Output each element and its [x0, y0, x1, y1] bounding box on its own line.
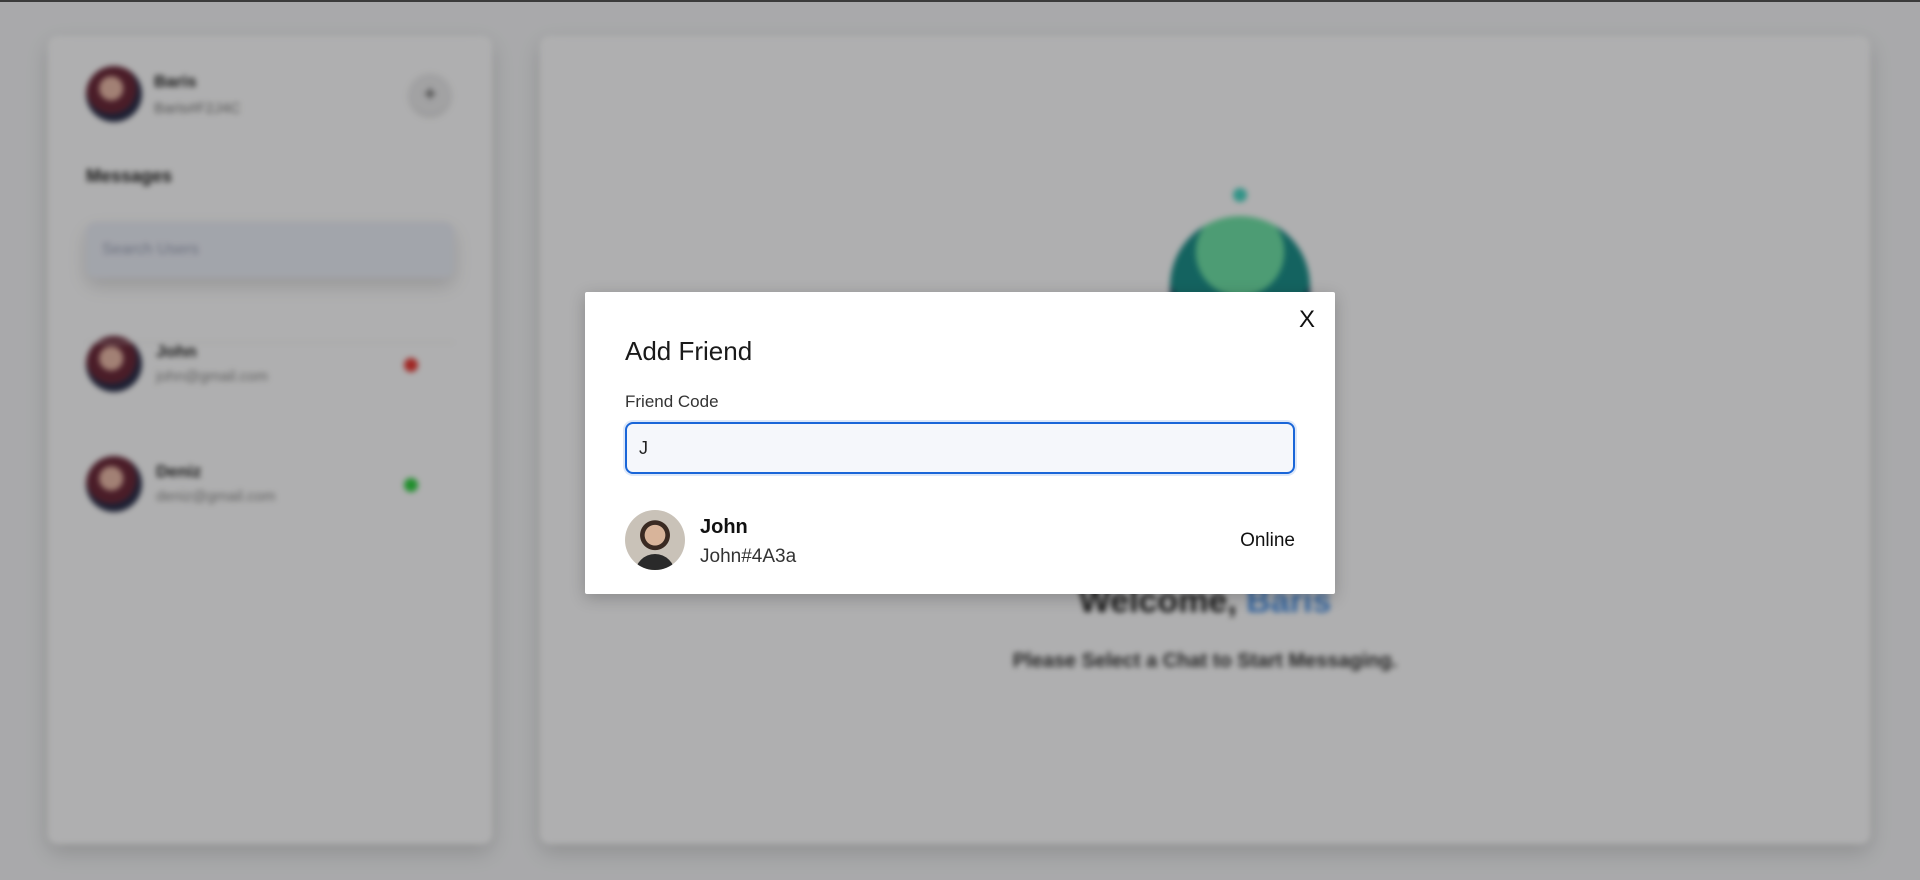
- close-button[interactable]: X: [1299, 306, 1315, 334]
- add-friend-modal: X Add Friend Friend Code John John#4A3a …: [585, 292, 1335, 594]
- avatar: [625, 510, 685, 570]
- modal-title: Add Friend: [625, 336, 753, 366]
- search-result-item[interactable]: John John#4A3a Online: [625, 510, 1295, 570]
- result-name: John: [700, 516, 748, 538]
- result-code: John#4A3a: [700, 546, 797, 567]
- friend-code-input[interactable]: [625, 422, 1295, 474]
- result-status: Online: [1240, 530, 1295, 551]
- friend-code-label: Friend Code: [625, 392, 719, 411]
